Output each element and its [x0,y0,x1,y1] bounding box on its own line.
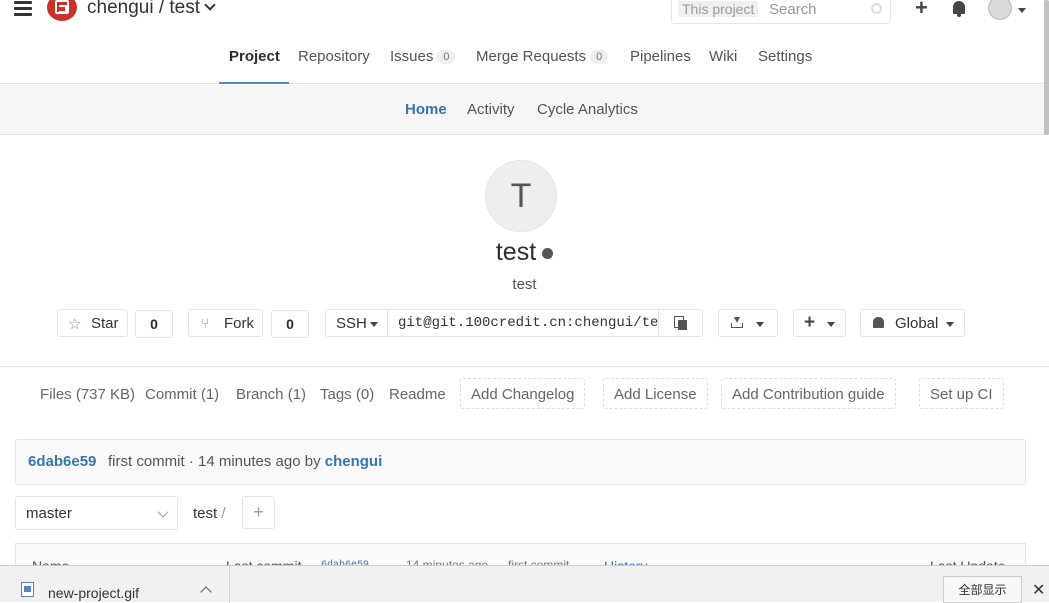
tags-link[interactable]: Tags (0) [320,386,374,403]
download-bar: new-project.gif 全部显示 ✕ [0,565,1049,603]
project-tabs: Project Repository Issues 0 Merge Request… [0,42,1049,84]
tab-settings[interactable]: Settings [758,48,812,65]
subtab-home[interactable]: Home [405,101,447,118]
commits-link[interactable]: Commit (1) [145,386,219,403]
tab-repository-label: Repository [298,48,370,65]
breadcrumb-text[interactable]: chengui / test [87,0,200,18]
fork-button[interactable]: ⑂ Fork [188,309,263,337]
plus-icon: + [804,312,816,333]
chevron-up-icon[interactable] [200,586,212,598]
protocol-label: SSH [336,315,367,332]
breadcrumb[interactable]: chengui / test [87,0,216,19]
clipboard-icon-fill [678,320,687,330]
commit-message: first commit · 14 minutes ago by [108,453,325,470]
files-link[interactable]: Files (737 KB) [40,386,135,403]
add-contribution-guide-button[interactable]: Add Contribution guide [721,378,896,409]
search-box[interactable]: This project Search [671,0,891,24]
tab-issues[interactable]: Issues 0 [390,48,456,65]
tab-wiki[interactable]: Wiki [709,48,737,65]
avatar-caret-icon[interactable] [1018,8,1026,13]
project-description: test [512,276,537,293]
tab-issues-label: Issues [390,48,434,65]
add-changelog-button[interactable]: Add Changelog [460,378,586,409]
tab-repository[interactable]: Repository [298,48,370,65]
issues-count-badge: 0 [437,50,456,64]
download-filename[interactable]: new-project.gif [48,585,139,601]
clone-url-input[interactable]: git@git.100credit.cn:chengui/test.git [387,309,659,337]
setup-ci-button[interactable]: Set up CI [919,378,1004,409]
star-icon: ☆ [68,316,82,333]
project-title: test [0,238,1049,267]
search-icon [871,3,882,14]
tab-settings-label: Settings [758,48,813,65]
tab-merge-requests-label: Merge Requests [476,48,587,65]
caret-down-icon [946,322,954,327]
project-title-text: test [495,238,537,266]
bell-icon [873,317,884,328]
fork-icon: ⑂ [201,315,210,331]
page-scrollbar[interactable] [1044,0,1049,135]
commit-summary: first commit · 14 minutes ago by chengui [108,453,382,470]
chevron-down-icon [157,506,169,518]
commit-author-link[interactable]: chengui [325,453,383,470]
search-input[interactable]: Search [769,1,817,18]
tree-path-root[interactable]: test [193,505,217,522]
gitlab-logo-icon[interactable] [47,0,77,21]
tab-pipelines[interactable]: Pipelines [630,48,691,65]
fork-label: Fork [224,315,254,332]
add-to-tree-button[interactable]: + [242,496,275,529]
section-divider [0,366,1049,367]
subtab-activity[interactable]: Activity [467,101,515,118]
download-dropdown[interactable] [718,309,778,337]
path-separator: / [221,505,226,522]
close-icon[interactable]: ✕ [1032,580,1045,600]
caret-down-icon [756,322,764,327]
fork-count[interactable]: 0 [271,310,309,338]
user-avatar[interactable] [988,0,1012,20]
top-header: chengui / test This project Search + Pro… [0,0,1049,84]
copy-url-button[interactable] [658,309,703,337]
download-arrow-icon [734,317,740,323]
notification-label: Global [895,315,939,332]
notifications-bell-icon[interactable] [951,1,967,17]
public-globe-icon [542,248,554,259]
tab-project-label: Project [229,48,280,65]
active-tab-underline [219,82,289,84]
caret-down-icon [370,322,378,327]
branches-link[interactable]: Branch (1) [236,386,306,403]
tab-merge-requests[interactable]: Merge Requests 0 [476,48,609,65]
tab-pipelines-label: Pipelines [630,48,691,65]
star-label: Star [91,315,119,332]
subtab-cycle-analytics[interactable]: Cycle Analytics [537,101,638,118]
new-item-plus-icon[interactable]: + [915,0,928,19]
commit-sha-link[interactable]: 6dab6e59 [28,453,96,470]
add-license-button[interactable]: Add License [603,378,708,409]
merge-requests-count-badge: 0 [590,50,609,64]
star-button[interactable]: ☆ Star [57,309,128,337]
tree-path: test / [193,505,226,522]
branch-select-value: master [26,505,72,522]
star-count[interactable]: 0 [135,310,173,338]
show-all-button[interactable]: 全部显示 [943,576,1022,603]
readme-link[interactable]: Readme [389,386,446,403]
image-file-icon [21,582,34,597]
tab-wiki-label: Wiki [709,48,738,65]
download-icon [731,323,743,328]
sub-navigation: Home Activity Cycle Analytics [0,85,1049,135]
project-avatar: T [485,160,557,232]
last-commit-box: 6dab6e59 first commit · 14 minutes ago b… [15,439,1026,485]
tab-project[interactable]: Project [229,48,280,65]
protocol-dropdown[interactable]: SSH [325,309,388,337]
notification-dropdown[interactable]: Global [860,309,965,337]
search-scope[interactable]: This project [678,1,759,17]
add-dropdown[interactable]: + [793,309,846,337]
branch-select[interactable]: master [15,496,178,530]
file-table-header: Name Last commit 6dab6e59 14 minutes ago… [15,543,1026,567]
caret-down-icon [827,322,835,327]
chevron-down-icon [204,0,216,11]
download-item[interactable]: new-project.gif [0,566,230,603]
menu-icon[interactable] [14,1,32,17]
